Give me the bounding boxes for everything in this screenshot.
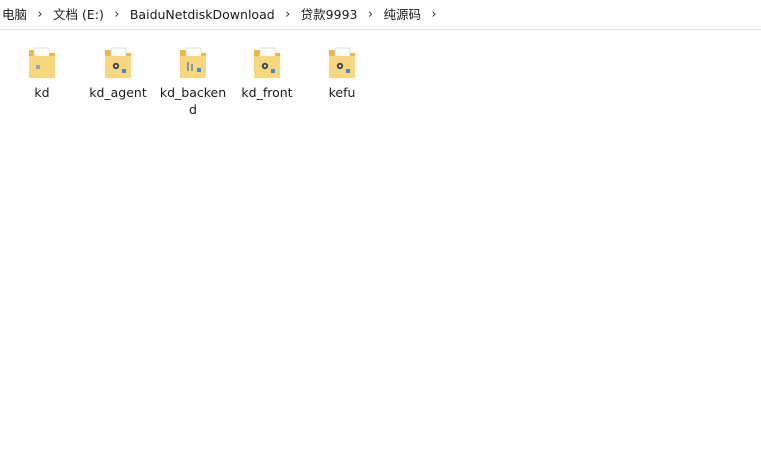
breadcrumb-item-download[interactable]: BaiduNetdiskDownload (128, 0, 277, 30)
chevron-right-icon[interactable]: › (423, 0, 445, 30)
folder-settings-icon (329, 47, 355, 78)
folder-name: kd_backend (159, 85, 227, 117)
folder-item[interactable]: kd_front (232, 44, 302, 101)
folder-document-icon (29, 47, 55, 78)
breadcrumb-item-computer[interactable]: 电脑 (0, 0, 29, 30)
chevron-right-icon[interactable]: › (277, 0, 299, 30)
breadcrumb[interactable]: 电脑 › 文档 (E:) › BaiduNetdiskDownload › 贷款… (0, 0, 761, 30)
folder-settings-icon (105, 47, 131, 78)
file-grid: kd kd_agent kd_backend kd_front kefu (0, 44, 761, 471)
folder-item[interactable]: kd_backend (158, 44, 228, 118)
explorer-window: 电脑 › 文档 (E:) › BaiduNetdiskDownload › 贷款… (0, 0, 761, 471)
folder-name: kd (34, 85, 50, 100)
folder-item[interactable]: kefu (307, 44, 377, 101)
folder-settings-icon (254, 47, 280, 78)
chevron-right-icon[interactable]: › (359, 0, 381, 30)
breadcrumb-item-source[interactable]: 纯源码 (381, 0, 423, 30)
chevron-right-icon[interactable]: › (106, 0, 128, 30)
folder-item[interactable]: kd_agent (83, 44, 153, 101)
breadcrumb-item-loan[interactable]: 贷款9993 (299, 0, 360, 30)
folder-name: kefu (328, 85, 356, 100)
folder-name: kd_front (241, 85, 293, 100)
chevron-right-icon[interactable]: › (29, 0, 51, 30)
folder-item[interactable]: kd (7, 44, 77, 101)
folder-name: kd_agent (89, 85, 147, 100)
breadcrumb-item-drive[interactable]: 文档 (E:) (51, 0, 106, 30)
folder-files-icon (180, 47, 206, 78)
